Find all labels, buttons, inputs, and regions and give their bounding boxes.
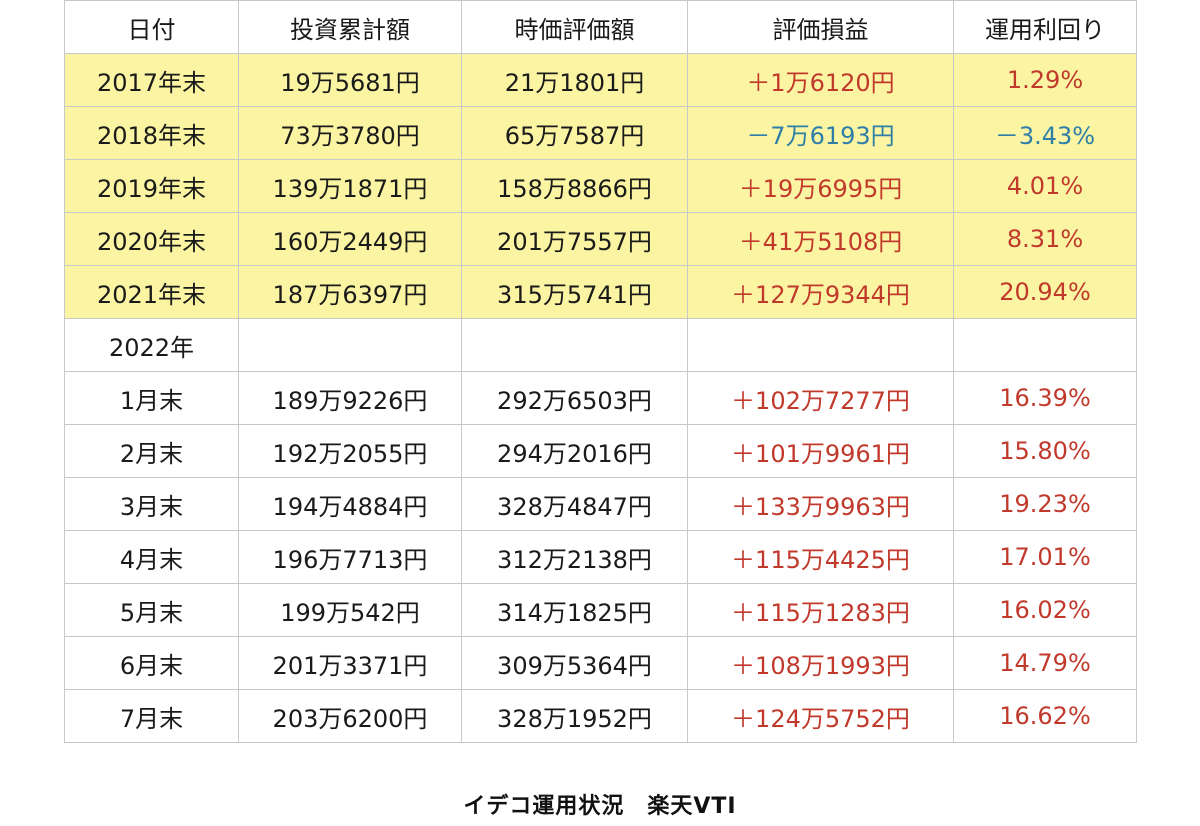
cumulative-investment-cell: 189万9226円	[238, 371, 462, 425]
date-cell: 2019年末	[64, 159, 239, 213]
cumulative-investment-cell: 199万542円	[238, 583, 462, 637]
table-row: 3月末 194万4884円 328万4847円 ＋133万9963円 19.23%	[64, 477, 1137, 531]
cumulative-investment-cell: 203万6200円	[238, 689, 462, 743]
cumulative-investment-cell: 187万6397円	[238, 265, 462, 319]
header-cumulative-investment: 投資累計額	[238, 0, 462, 54]
returns-table: 日付 投資累計額 時価評価額 評価損益 運用利回り 2017年末 19万5681円…	[64, 0, 1137, 743]
table-row: 6月末 201万3371円 309万5364円 ＋108万1993円 14.79%	[64, 636, 1137, 690]
table-row: 2017年末 19万5681円 21万1801円 ＋1万6120円 1.29%	[64, 53, 1137, 107]
return-rate-cell: 19.23%	[953, 477, 1137, 531]
return-rate-cell: 14.79%	[953, 636, 1137, 690]
market-value-cell: 315万5741円	[461, 265, 688, 319]
date-cell: 2月末	[64, 424, 239, 478]
return-rate-cell: 8.31%	[953, 212, 1137, 266]
cumulative-investment-cell: 139万1871円	[238, 159, 462, 213]
market-value-cell: 328万1952円	[461, 689, 688, 743]
date-cell: 7月末	[64, 689, 239, 743]
cumulative-investment-cell: 19万5681円	[238, 53, 462, 107]
cumulative-investment-cell: 194万4884円	[238, 477, 462, 531]
market-value-cell: 294万2016円	[461, 424, 688, 478]
return-rate-cell: 17.01%	[953, 530, 1137, 584]
market-value-cell: 312万2138円	[461, 530, 688, 584]
date-cell: 2021年末	[64, 265, 239, 319]
gain-loss-cell: ＋115万4425円	[687, 530, 954, 584]
cumulative-investment-cell: 73万3780円	[238, 106, 462, 160]
header-unrealized-gain-loss: 評価損益	[687, 0, 954, 54]
table-row: 2月末 192万2055円 294万2016円 ＋101万9961円 15.80%	[64, 424, 1137, 478]
market-value-cell: 328万4847円	[461, 477, 688, 531]
date-cell: 2017年末	[64, 53, 239, 107]
market-value-cell	[461, 318, 688, 372]
date-cell: 2018年末	[64, 106, 239, 160]
gain-loss-cell: ＋102万7277円	[687, 371, 954, 425]
market-value-cell: 309万5364円	[461, 636, 688, 690]
market-value-cell: 65万7587円	[461, 106, 688, 160]
return-rate-cell	[953, 318, 1137, 372]
gain-loss-cell: ＋19万6995円	[687, 159, 954, 213]
date-cell: 2020年末	[64, 212, 239, 266]
gain-loss-cell: ＋101万9961円	[687, 424, 954, 478]
date-cell: 3月末	[64, 477, 239, 531]
market-value-cell: 21万1801円	[461, 53, 688, 107]
gain-loss-cell: ＋115万1283円	[687, 583, 954, 637]
table-row: 2021年末 187万6397円 315万5741円 ＋127万9344円 20.94%	[64, 265, 1137, 319]
return-rate-cell: 4.01%	[953, 159, 1137, 213]
return-rate-cell: 15.80%	[953, 424, 1137, 478]
table-row: 2020年末 160万2449円 201万7557円 ＋41万5108円 8.31%	[64, 212, 1137, 266]
table-body: 2017年末 19万5681円 21万1801円 ＋1万6120円 1.29% 2018年…	[64, 53, 1137, 743]
gain-loss-cell: ＋127万9344円	[687, 265, 954, 319]
market-value-cell: 201万7557円	[461, 212, 688, 266]
gain-loss-cell	[687, 318, 954, 372]
table-row: 5月末 199万542円 314万1825円 ＋115万1283円 16.02%	[64, 583, 1137, 637]
gain-loss-cell: ＋108万1993円	[687, 636, 954, 690]
return-rate-cell: 16.02%	[953, 583, 1137, 637]
table-row: 7月末 203万6200円 328万1952円 ＋124万5752円 16.62%	[64, 689, 1137, 743]
date-cell: 5月末	[64, 583, 239, 637]
header-return-rate: 運用利回り	[953, 0, 1137, 54]
table-row: 1月末 189万9226円 292万6503円 ＋102万7277円 16.39%	[64, 371, 1137, 425]
return-rate-cell: 1.29%	[953, 53, 1137, 107]
date-cell: 4月末	[64, 530, 239, 584]
gain-loss-cell: ＋124万5752円	[687, 689, 954, 743]
gain-loss-cell: －7万6193円	[687, 106, 954, 160]
date-cell: 2022年	[64, 318, 239, 372]
gain-loss-cell: ＋41万5108円	[687, 212, 954, 266]
cumulative-investment-cell	[238, 318, 462, 372]
market-value-cell: 158万8866円	[461, 159, 688, 213]
date-cell: 1月末	[64, 371, 239, 425]
table-row: 2019年末 139万1871円 158万8866円 ＋19万6995円 4.01%	[64, 159, 1137, 213]
return-rate-cell: 16.39%	[953, 371, 1137, 425]
table-header-row: 日付 投資累計額 時価評価額 評価損益 運用利回り	[64, 0, 1137, 54]
return-rate-cell: －3.43%	[953, 106, 1137, 160]
table-row: 4月末 196万7713円 312万2138円 ＋115万4425円 17.01%	[64, 530, 1137, 584]
return-rate-cell: 20.94%	[953, 265, 1137, 319]
market-value-cell: 314万1825円	[461, 583, 688, 637]
return-rate-cell: 16.62%	[953, 689, 1137, 743]
gain-loss-cell: ＋133万9963円	[687, 477, 954, 531]
cumulative-investment-cell: 160万2449円	[238, 212, 462, 266]
returns-table-container: 日付 投資累計額 時価評価額 評価損益 運用利回り 2017年末 19万5681円…	[64, 0, 1137, 743]
cumulative-investment-cell: 192万2055円	[238, 424, 462, 478]
header-market-value: 時価評価額	[461, 0, 688, 54]
table-row: 2022年	[64, 318, 1137, 372]
header-date: 日付	[64, 0, 239, 54]
gain-loss-cell: ＋1万6120円	[687, 53, 954, 107]
cumulative-investment-cell: 196万7713円	[238, 530, 462, 584]
table-caption: イデコ運用状況 楽天VTI	[463, 794, 737, 819]
market-value-cell: 292万6503円	[461, 371, 688, 425]
date-cell: 6月末	[64, 636, 239, 690]
cumulative-investment-cell: 201万3371円	[238, 636, 462, 690]
table-row: 2018年末 73万3780円 65万7587円 －7万6193円 －3.43%	[64, 106, 1137, 160]
